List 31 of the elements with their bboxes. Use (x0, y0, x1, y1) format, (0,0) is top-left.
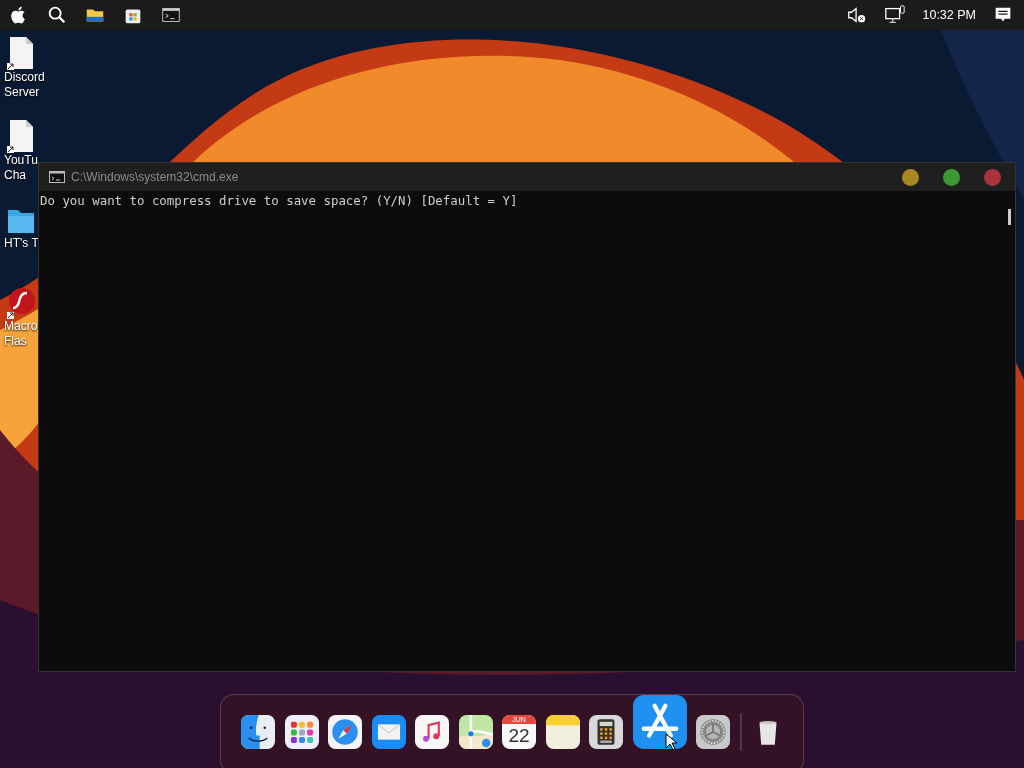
close-button[interactable] (984, 168, 1001, 186)
cursor-icon (664, 733, 677, 751)
calculator-icon[interactable] (589, 715, 623, 749)
network-icon[interactable] (884, 4, 907, 26)
music-note-icon[interactable] (415, 715, 449, 749)
finder-icon[interactable] (241, 715, 275, 749)
envelope-icon[interactable] (371, 715, 406, 749)
app-store-icon[interactable] (632, 695, 687, 749)
notepad-icon[interactable] (545, 715, 580, 749)
file-icon[interactable] (6, 119, 36, 153)
compass-icon[interactable] (328, 715, 362, 749)
icon-label: Macro (4, 319, 38, 334)
terminal-icon (49, 171, 65, 183)
icon-label: YouTu (4, 153, 38, 168)
flash-icon[interactable] (6, 285, 36, 319)
scrollbar-thumb[interactable] (1008, 209, 1011, 225)
search-icon[interactable] (46, 4, 68, 26)
gear-icon[interactable] (696, 715, 730, 749)
minimize-button[interactable] (902, 168, 919, 186)
maximize-button[interactable] (943, 168, 960, 186)
icon-label: Server (4, 85, 40, 100)
map-icon[interactable] (458, 715, 493, 749)
app-grid-icon[interactable] (284, 715, 319, 749)
icon-label: Flas (4, 334, 27, 349)
window-title: C:\Windows\system32\cmd.exe (71, 169, 240, 186)
icon-label: Discord (4, 70, 45, 85)
calendar-day: 22 (508, 724, 530, 747)
file-icon[interactable] (6, 36, 36, 70)
icon-label: Cha (4, 168, 26, 183)
console-text: Do you want to compress drive to save space? (Y/N) [Default = Y] (40, 192, 518, 210)
clock-text[interactable]: 10:32 PM (922, 5, 976, 25)
